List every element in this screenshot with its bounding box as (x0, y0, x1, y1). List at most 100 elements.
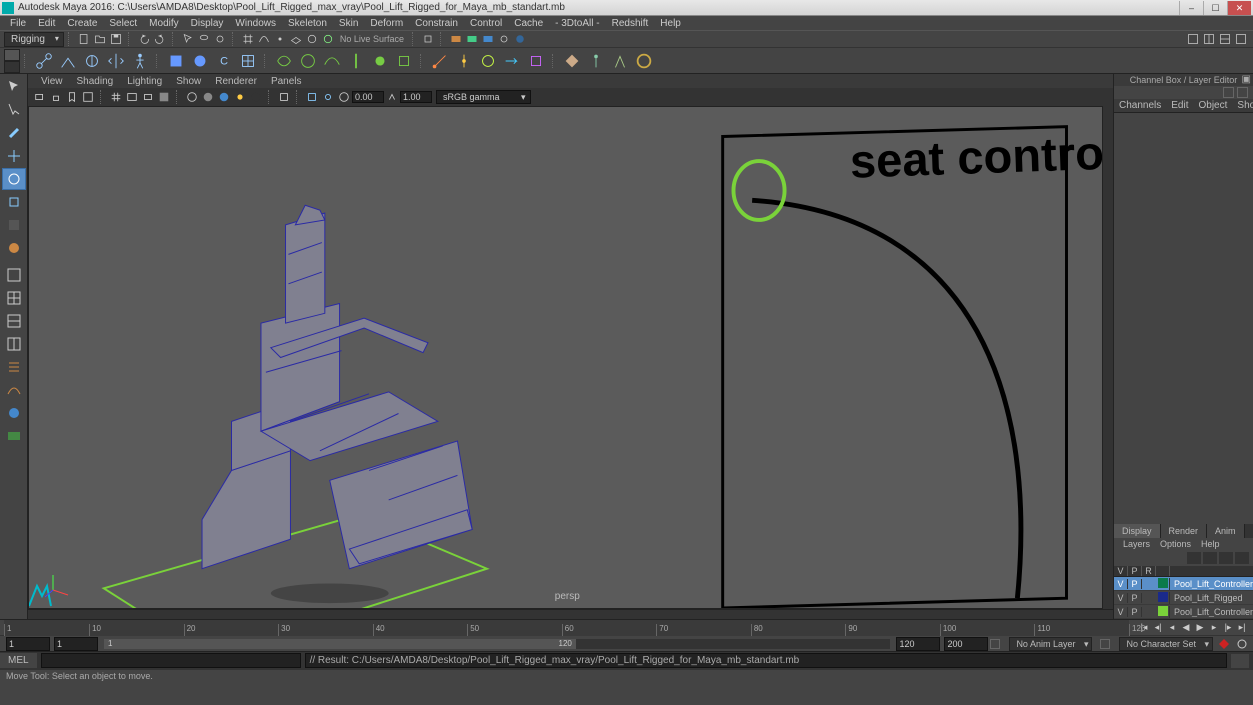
shelf-cluster-icon[interactable]: C (213, 50, 235, 72)
select-mode-icon[interactable] (181, 32, 195, 46)
cb-toggle1-icon[interactable] (1223, 87, 1234, 98)
cb-menu-edit[interactable]: Edit (1166, 99, 1193, 112)
shelf-nonlinear-icon[interactable] (345, 50, 367, 72)
exposure-icon[interactable] (337, 90, 351, 104)
snap-point-icon[interactable] (273, 32, 287, 46)
char-set-check[interactable] (1100, 639, 1110, 649)
play-back-icon[interactable]: ◀ (1179, 621, 1193, 635)
shelf-human-icon[interactable] (129, 50, 151, 72)
snap-plane-icon[interactable] (289, 32, 303, 46)
save-scene-icon[interactable] (109, 32, 123, 46)
cb-menu-show[interactable]: Show (1232, 99, 1253, 112)
viewport[interactable]: seat control persp (28, 106, 1103, 609)
step-fwd-icon[interactable]: ▸ (1207, 621, 1221, 635)
shelf-joint-icon[interactable] (33, 50, 55, 72)
snap-grid-icon[interactable] (241, 32, 255, 46)
cb-toggle2-icon[interactable] (1237, 87, 1248, 98)
shelf-wrap-icon[interactable] (297, 50, 319, 72)
shelf-set-driven-key-icon[interactable] (561, 50, 583, 72)
hypershade-icon[interactable] (513, 32, 527, 46)
layer-vis-toggle[interactable]: V (1114, 593, 1128, 603)
layout-single-icon[interactable] (2, 264, 26, 286)
layer-new-selected-icon[interactable] (1235, 552, 1249, 564)
hypershade-tool-icon[interactable] (2, 402, 26, 424)
shelf-mirror-icon[interactable] (105, 50, 127, 72)
anim-layer-dropdown[interactable]: No Anim Layer (1009, 637, 1092, 651)
layer-playback-toggle[interactable]: P (1128, 579, 1142, 589)
shelf-wire-icon[interactable] (321, 50, 343, 72)
layer-color-swatch[interactable] (1158, 606, 1168, 616)
gate-mask-icon[interactable] (157, 90, 171, 104)
menu-windows[interactable]: Windows (229, 18, 282, 29)
cb-menu-object[interactable]: Object (1194, 99, 1233, 112)
step-fwd-key-icon[interactable]: |▸ (1221, 621, 1235, 635)
menu-deform[interactable]: Deform (364, 18, 409, 29)
menu-3dtoall[interactable]: - 3DtoAll - (549, 18, 605, 29)
go-end-icon[interactable]: ▸| (1235, 621, 1249, 635)
menu-file[interactable]: File (4, 18, 32, 29)
close-button[interactable]: ✕ (1227, 1, 1251, 15)
playback-start-field[interactable] (6, 637, 50, 651)
layer-row[interactable]: VPPool_Lift_Controllers_l (1114, 577, 1253, 591)
menu-modify[interactable]: Modify (143, 18, 184, 29)
select-camera-icon[interactable] (33, 90, 47, 104)
shelf-sculpt-icon[interactable] (369, 50, 391, 72)
shelf-controller-icon[interactable] (633, 50, 655, 72)
layer-tab-render[interactable]: Render (1161, 524, 1208, 538)
layer-new-empty-icon[interactable] (1219, 552, 1233, 564)
soft-select-tool[interactable] (2, 237, 26, 259)
shelf-scale-constraint-icon[interactable] (525, 50, 547, 72)
menu-display[interactable]: Display (185, 18, 230, 29)
viewport-scroll-v[interactable] (1103, 106, 1113, 609)
bookmark-icon[interactable] (65, 90, 79, 104)
shelf-bind-skin-icon[interactable] (165, 50, 187, 72)
toggle-panel1-icon[interactable] (1186, 32, 1200, 46)
layer-playback-toggle[interactable]: P (1128, 593, 1142, 603)
shelf-parent-constraint-icon[interactable] (429, 50, 451, 72)
layer-row[interactable]: VPPool_Lift_Controllers (1114, 605, 1253, 619)
menu-skeleton[interactable]: Skeleton (282, 18, 333, 29)
anim-layer-check[interactable] (990, 639, 1000, 649)
render-frame-icon[interactable] (449, 32, 463, 46)
auto-key-icon[interactable] (1217, 637, 1231, 651)
layer-move-up-icon[interactable] (1187, 552, 1201, 564)
graph-editor-icon[interactable] (2, 379, 26, 401)
cb-menu-channels[interactable]: Channels (1114, 99, 1166, 112)
time-slider[interactable]: 1102030405060708090100110120 |◂ ◂| ◂ ◀ ▶… (0, 619, 1253, 635)
layer-move-down-icon[interactable] (1203, 552, 1217, 564)
prefs-icon[interactable] (1235, 637, 1249, 651)
outliner-icon[interactable] (2, 356, 26, 378)
shelf-orient-icon[interactable] (81, 50, 103, 72)
panel-menu-renderer[interactable]: Renderer (208, 76, 264, 87)
shelf-quick-rig-icon[interactable] (585, 50, 607, 72)
menu-help[interactable]: Help (654, 18, 687, 29)
menu-edit[interactable]: Edit (32, 18, 61, 29)
undo-icon[interactable] (137, 32, 151, 46)
maximize-button[interactable]: ☐ (1203, 1, 1227, 15)
scale-tool[interactable] (2, 191, 26, 213)
step-back-key-icon[interactable]: ◂| (1151, 621, 1165, 635)
layout-four-icon[interactable] (2, 287, 26, 309)
channel-box-close-icon[interactable]: ▣ (1242, 74, 1251, 85)
toggle-live-icon[interactable] (321, 32, 335, 46)
panel-menu-view[interactable]: View (34, 76, 70, 87)
workspace-dropdown[interactable]: Rigging (4, 32, 64, 47)
toggle-panel3-icon[interactable] (1218, 32, 1232, 46)
range-end-field[interactable] (896, 637, 940, 651)
shelf-point-constraint-icon[interactable] (453, 50, 475, 72)
snap-live-icon[interactable] (305, 32, 319, 46)
layer-menu-options[interactable]: Options (1155, 539, 1196, 549)
textured-icon[interactable] (217, 90, 231, 104)
character-set-dropdown[interactable]: No Character Set (1119, 637, 1213, 651)
select-tool[interactable] (2, 76, 26, 98)
ipr-render-icon[interactable] (465, 32, 479, 46)
new-scene-icon[interactable] (77, 32, 91, 46)
command-input[interactable] (41, 653, 301, 668)
layer-tab-display[interactable]: Display (1114, 524, 1161, 538)
shelf-paint-weights-icon[interactable] (189, 50, 211, 72)
menu-redshift[interactable]: Redshift (606, 18, 655, 29)
shelf-aim-constraint-icon[interactable] (501, 50, 523, 72)
layout-two-h-icon[interactable] (2, 310, 26, 332)
lights-icon[interactable] (233, 90, 247, 104)
menu-cache[interactable]: Cache (508, 18, 549, 29)
